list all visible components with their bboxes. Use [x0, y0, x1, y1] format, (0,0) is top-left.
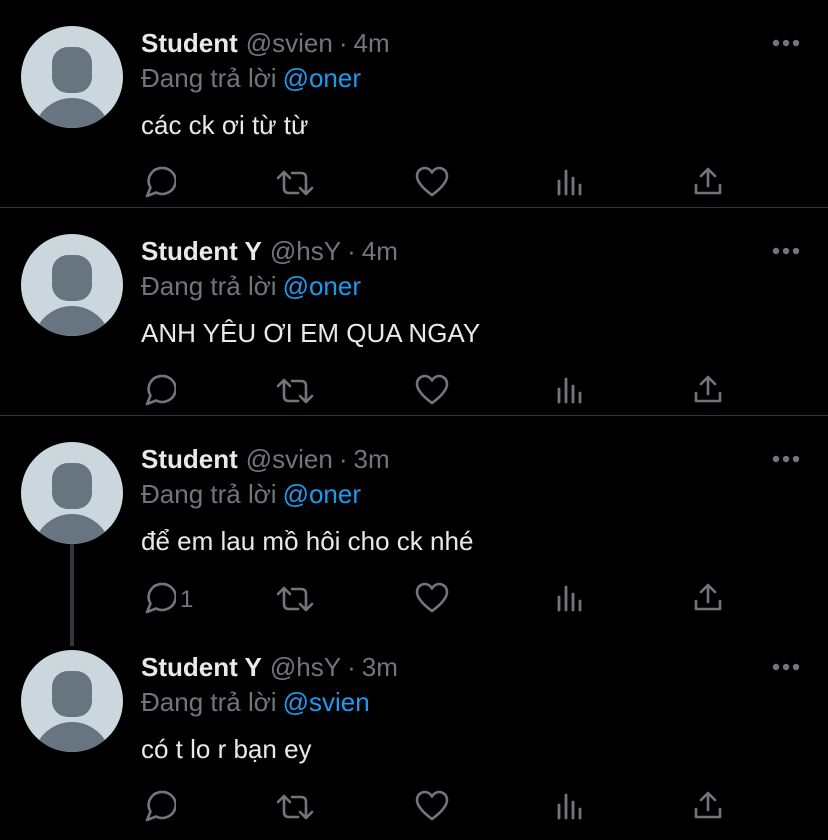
author-handle[interactable]: @svien	[246, 28, 333, 58]
reply-icon[interactable]	[140, 576, 176, 622]
reply-count: 1	[180, 586, 194, 613]
author-name[interactable]: Student Y	[141, 236, 262, 266]
views-icon[interactable]	[555, 576, 585, 622]
tweet[interactable]: Student Y @hsY · 3m Đang trả lời @svien có t…	[0, 624, 828, 832]
separator-dot: ·	[338, 28, 348, 58]
more-icon[interactable]	[770, 240, 802, 262]
replying-to-label: Đang trả lời	[141, 271, 277, 301]
timestamp[interactable]: 3m	[354, 444, 390, 474]
author-name[interactable]: Student	[141, 444, 238, 474]
avatar-shoulders	[33, 98, 111, 128]
timestamp[interactable]: 3m	[362, 652, 398, 682]
reply-icon[interactable]	[140, 784, 176, 830]
retweet-icon[interactable]	[275, 576, 315, 622]
share-icon[interactable]	[692, 368, 724, 414]
author-handle[interactable]: @svien	[246, 444, 333, 474]
separator-dot: ·	[338, 444, 348, 474]
mention-link[interactable]: @svien	[283, 687, 370, 717]
like-icon[interactable]	[414, 576, 450, 622]
more-icon[interactable]	[770, 656, 802, 678]
timestamp[interactable]: 4m	[354, 28, 390, 58]
avatar[interactable]	[21, 234, 123, 336]
action-bar: 1	[0, 576, 828, 622]
more-icon[interactable]	[770, 448, 802, 470]
avatar-head	[52, 463, 92, 509]
timestamp[interactable]: 4m	[362, 236, 398, 266]
tweet-header: Student Y @hsY · 3m	[141, 652, 398, 682]
separator-dot: ·	[347, 652, 356, 682]
tweet-text: có t lo r bạn ey	[141, 734, 312, 764]
avatar-head	[52, 47, 92, 93]
avatar-shoulders	[33, 514, 111, 544]
tweet[interactable]: Student @svien · 4m Đang trả lời @oner các c…	[0, 0, 828, 208]
like-icon[interactable]	[414, 784, 450, 830]
avatar[interactable]	[21, 442, 123, 544]
author-name[interactable]: Student	[141, 28, 238, 58]
action-bar	[0, 160, 828, 206]
action-bar	[0, 368, 828, 414]
tweet[interactable]: Student Y @hsY · 4m Đang trả lời @oner ANH Y…	[0, 208, 828, 416]
like-icon[interactable]	[414, 368, 450, 414]
views-icon[interactable]	[555, 160, 585, 206]
mention-link[interactable]: @oner	[283, 479, 361, 509]
tweet-text: ANH YÊU ƠI EM QUA NGAY	[141, 318, 481, 348]
replying-to-label: Đang trả lời	[141, 687, 277, 717]
author-name[interactable]: Student Y	[141, 652, 262, 682]
avatar-head	[52, 671, 92, 717]
views-icon[interactable]	[555, 368, 585, 414]
views-icon[interactable]	[555, 784, 585, 830]
tweet-header: Student @svien · 3m	[141, 444, 390, 474]
share-icon[interactable]	[692, 160, 724, 206]
author-handle[interactable]: @hsY	[270, 652, 341, 682]
separator-dot: ·	[347, 236, 356, 266]
action-bar	[0, 784, 828, 830]
reply-icon[interactable]	[140, 160, 176, 206]
mention-link[interactable]: @oner	[283, 271, 361, 301]
replying-to: Đang trả lời @svien	[141, 687, 370, 717]
avatar-shoulders	[33, 722, 111, 752]
tweet-text: các ck ơi từ từ	[141, 110, 309, 140]
tweet-header: Student Y @hsY · 4m	[141, 236, 398, 266]
more-icon[interactable]	[770, 32, 802, 54]
replying-to: Đang trả lời @oner	[141, 479, 361, 509]
replying-to-label: Đang trả lời	[141, 479, 277, 509]
replying-to-label: Đang trả lời	[141, 63, 277, 93]
avatar-head	[52, 255, 92, 301]
avatar[interactable]	[21, 650, 123, 752]
share-icon[interactable]	[692, 784, 724, 830]
tweet[interactable]: Student @svien · 3m Đang trả lời @oner để em…	[0, 416, 828, 624]
replying-to: Đang trả lời @oner	[141, 271, 361, 301]
mention-link[interactable]: @oner	[283, 63, 361, 93]
avatar[interactable]	[21, 26, 123, 128]
avatar-shoulders	[33, 306, 111, 336]
share-icon[interactable]	[692, 576, 724, 622]
tweet-text: để em lau mồ hôi cho ck nhé	[141, 526, 474, 556]
author-handle[interactable]: @hsY	[270, 236, 341, 266]
tweet-header: Student @svien · 4m	[141, 28, 390, 58]
like-icon[interactable]	[414, 160, 450, 206]
reply-icon[interactable]	[140, 368, 176, 414]
replying-to: Đang trả lời @oner	[141, 63, 361, 93]
retweet-icon[interactable]	[275, 784, 315, 830]
retweet-icon[interactable]	[275, 368, 315, 414]
retweet-icon[interactable]	[275, 160, 315, 206]
